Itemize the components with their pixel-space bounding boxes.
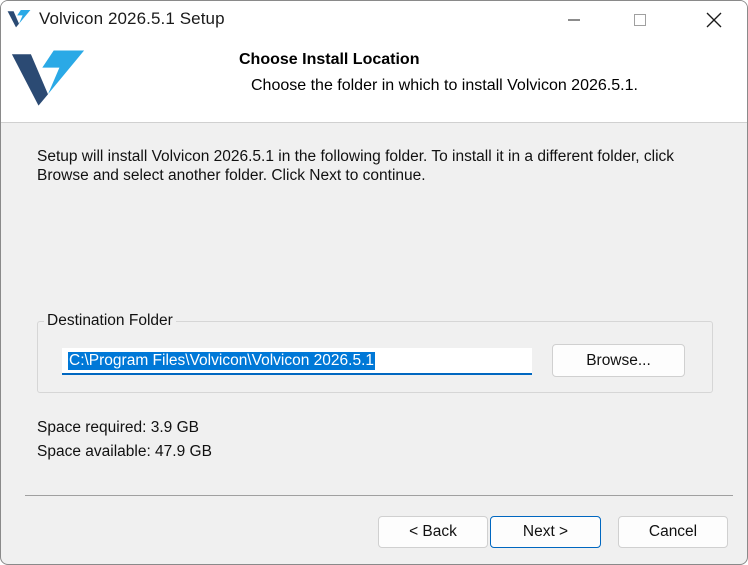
back-button[interactable]: < Back bbox=[378, 516, 488, 548]
maximize-icon bbox=[634, 13, 646, 26]
close-icon bbox=[706, 12, 722, 27]
install-instructions: Setup will install Volvicon 2026.5.1 in … bbox=[37, 148, 675, 184]
close-button[interactable] bbox=[681, 1, 747, 38]
destination-path-input[interactable]: C:\Program Files\Volvicon\Volvicon 2026.… bbox=[62, 348, 532, 375]
window-title: Volvicon 2026.5.1 Setup bbox=[39, 9, 225, 28]
footer-divider bbox=[25, 495, 733, 496]
next-button[interactable]: Next > bbox=[490, 516, 601, 548]
setup-window: Volvicon 2026.5.1 Setup Choose Install L… bbox=[0, 0, 748, 565]
page-header: Choose Install Location Choose the folde… bbox=[1, 38, 747, 123]
space-required: Space required: 3.9 GB bbox=[37, 419, 199, 436]
cancel-button[interactable]: Cancel bbox=[618, 516, 728, 548]
volvicon-logo-icon bbox=[7, 10, 31, 28]
destination-path-text: C:\Program Files\Volvicon\Volvicon 2026.… bbox=[68, 351, 375, 370]
volvicon-logo-icon bbox=[11, 50, 85, 106]
page-title: Choose Install Location bbox=[239, 51, 420, 68]
page-subtitle: Choose the folder in which to install Vo… bbox=[251, 77, 638, 94]
destination-folder-label: Destination Folder bbox=[44, 312, 176, 330]
maximize-button[interactable] bbox=[607, 1, 673, 38]
title-bar: Volvicon 2026.5.1 Setup bbox=[1, 1, 747, 38]
space-available: Space available: 47.9 GB bbox=[37, 443, 212, 460]
minimize-icon bbox=[568, 19, 580, 20]
browse-button[interactable]: Browse... bbox=[552, 344, 685, 377]
minimize-button[interactable] bbox=[541, 1, 607, 38]
destination-folder-group: Destination Folder C:\Program Files\Volv… bbox=[37, 312, 713, 393]
